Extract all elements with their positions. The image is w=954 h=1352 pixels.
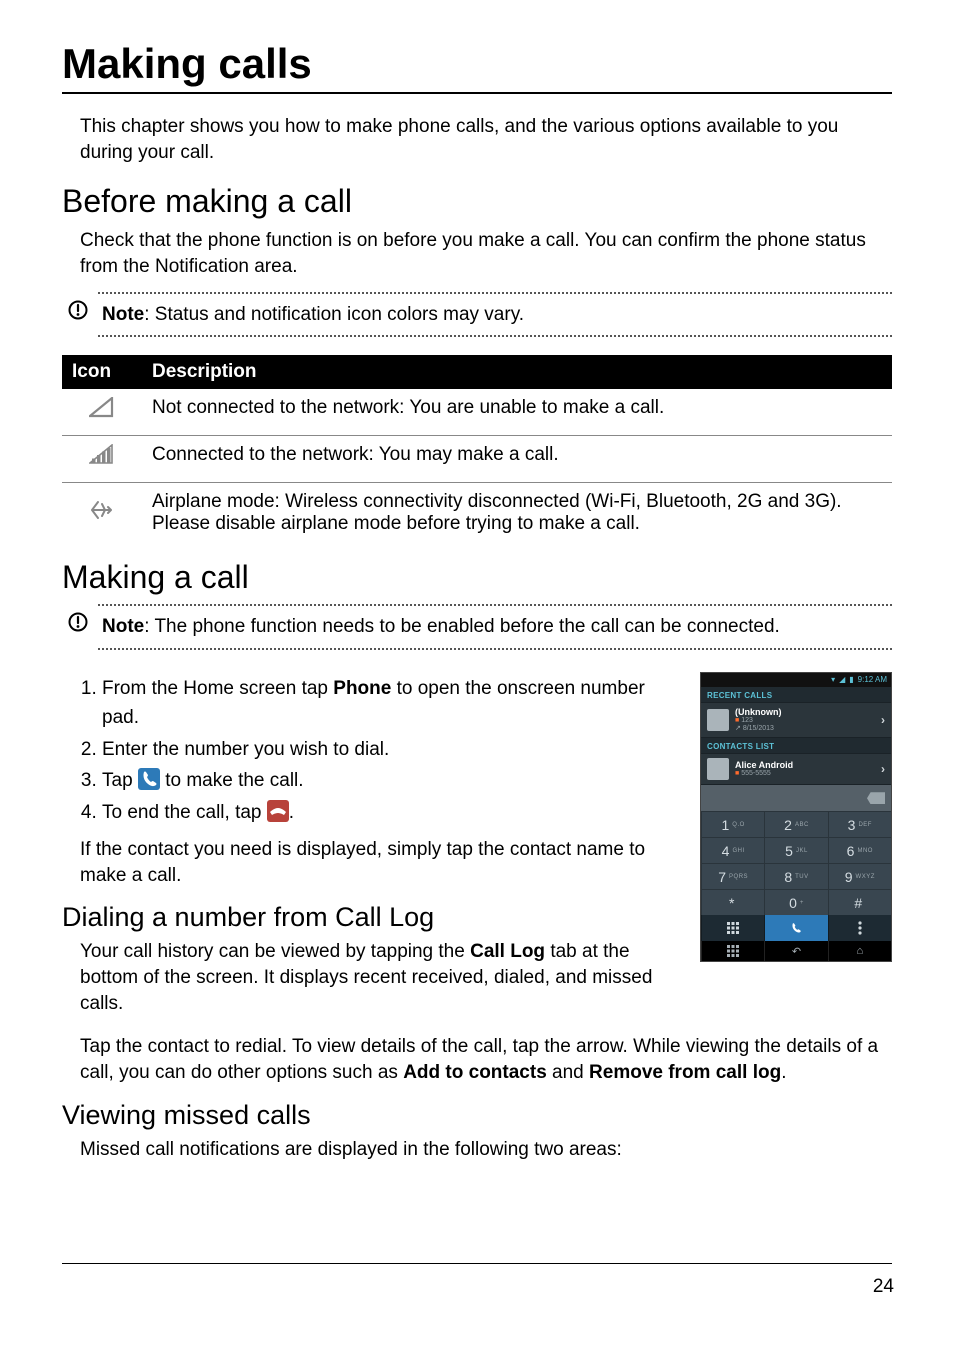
table-row: Airplane mode: Wireless connectivity dis…: [62, 483, 892, 546]
recent-call-name: (Unknown): [735, 707, 875, 717]
footer-rule: [62, 1263, 892, 1264]
phone-screenshot: ▾ ◢ ▮ 9:12 AM RECENT CALLS (Unknown) ■ 1…: [700, 672, 892, 962]
dialing-paragraph-1: Your call history can be viewed by tappi…: [80, 939, 682, 1016]
signal-connected-icon: [89, 450, 115, 471]
list-item: To end the call, tap .: [102, 798, 682, 827]
icon-description-table: Icon Description Not connected to the ne…: [62, 355, 892, 545]
section-dialing-heading: Dialing a number from Call Log: [62, 902, 682, 933]
backspace-icon[interactable]: [867, 792, 885, 804]
nav-home-icon[interactable]: ⌂: [828, 941, 891, 961]
call-button[interactable]: [764, 915, 827, 941]
chevron-right-icon[interactable]: ›: [881, 762, 885, 776]
intro-paragraph: This chapter shows you how to make phone…: [80, 114, 892, 165]
signal-icon: ◢: [839, 675, 845, 684]
keypad-key[interactable]: 2ABC: [764, 811, 827, 837]
alert-icon: [68, 300, 88, 328]
overflow-menu-icon[interactable]: [828, 915, 891, 941]
keypad-key[interactable]: 7PQRS: [701, 863, 764, 889]
recent-call-row[interactable]: (Unknown) ■ 123 ↗ 8/15/2013 ›: [701, 702, 891, 738]
keypad-key[interactable]: *: [701, 889, 764, 915]
keypad-key[interactable]: 9WXYZ: [828, 863, 891, 889]
dialpad-tab-icon[interactable]: [701, 915, 764, 941]
keypad-key[interactable]: 6MNO: [828, 837, 891, 863]
section-before-body: Check that the phone function is on befo…: [80, 228, 892, 279]
section-missed-heading: Viewing missed calls: [62, 1100, 892, 1131]
dialing-paragraph-2: Tap the contact to redial. To view detai…: [80, 1034, 892, 1085]
section-before-heading: Before making a call: [62, 183, 892, 220]
avatar: [707, 709, 729, 731]
table-row: Not connected to the network: You are un…: [62, 389, 892, 436]
page-number: 24: [873, 1276, 894, 1298]
keypad-key[interactable]: 0+: [764, 889, 827, 915]
steps-list: From the Home screen tap Phone to open t…: [80, 674, 682, 827]
alert-icon: [68, 612, 88, 640]
list-item: Tap to make the call.: [102, 766, 682, 795]
contact-name: Alice Android: [735, 760, 875, 770]
list-item: Enter the number you wish to dial.: [102, 735, 682, 764]
keypad-key[interactable]: 5JKL: [764, 837, 827, 863]
remove-from-call-log-label: Remove from call log: [589, 1062, 781, 1083]
keypad-key[interactable]: 4GHI: [701, 837, 764, 863]
note-label: Note: [102, 616, 144, 637]
status-time: 9:12 AM: [858, 675, 887, 684]
table-cell-desc: Airplane mode: Wireless connectivity dis…: [142, 483, 892, 546]
list-item: From the Home screen tap Phone to open t…: [102, 674, 682, 733]
phone-app-name: Phone: [333, 678, 391, 699]
table-head-desc: Description: [142, 355, 892, 389]
dial-display: [701, 785, 891, 811]
missed-calls-body: Missed call notifications are displayed …: [80, 1137, 892, 1163]
table-row: Connected to the network: You may make a…: [62, 436, 892, 483]
airplane-mode-icon: [89, 506, 115, 527]
call-log-label: Call Log: [470, 941, 545, 962]
keypad-key[interactable]: 3DEF: [828, 811, 891, 837]
keypad-key[interactable]: 1Q.O: [701, 811, 764, 837]
table-head-icon: Icon: [62, 355, 142, 389]
page-title: Making calls: [62, 40, 892, 94]
section-making-heading: Making a call: [62, 559, 892, 596]
note-text: : Status and notification icon colors ma…: [144, 304, 524, 325]
table-cell-desc: Connected to the network: You may make a…: [142, 436, 892, 483]
phone-status-bar: ▾ ◢ ▮ 9:12 AM: [701, 673, 891, 687]
after-steps-paragraph: If the contact you need is displayed, si…: [80, 837, 682, 888]
nav-back-icon[interactable]: ↶: [764, 941, 827, 961]
note-text: : The phone function needs to be enabled…: [144, 616, 780, 637]
contacts-list-label: CONTACTS LIST: [701, 738, 891, 753]
avatar: [707, 758, 729, 780]
battery-icon: ▮: [849, 675, 853, 684]
wifi-icon: ▾: [831, 675, 835, 684]
recent-calls-label: RECENT CALLS: [701, 687, 891, 702]
add-to-contacts-label: Add to contacts: [403, 1062, 547, 1083]
table-cell-desc: Not connected to the network: You are un…: [142, 389, 892, 436]
signal-disconnected-icon: [89, 403, 115, 424]
end-call-icon: [267, 800, 289, 822]
nav-apps-icon[interactable]: [701, 941, 764, 961]
note-label: Note: [102, 304, 144, 325]
call-icon: [138, 768, 160, 790]
note-block-phone-enabled: Note: The phone function needs to be ena…: [62, 604, 892, 650]
keypad-key[interactable]: 8TUV: [764, 863, 827, 889]
contact-row[interactable]: Alice Android ■ 555-5555 ›: [701, 753, 891, 785]
chevron-right-icon[interactable]: ›: [881, 713, 885, 727]
dial-keypad: 1Q.O 2ABC 3DEF 4GHI 5JKL 6MNO 7PQRS 8TUV…: [701, 811, 891, 915]
keypad-key[interactable]: #: [828, 889, 891, 915]
note-block-status-icons: Note: Status and notification icon color…: [62, 292, 892, 338]
